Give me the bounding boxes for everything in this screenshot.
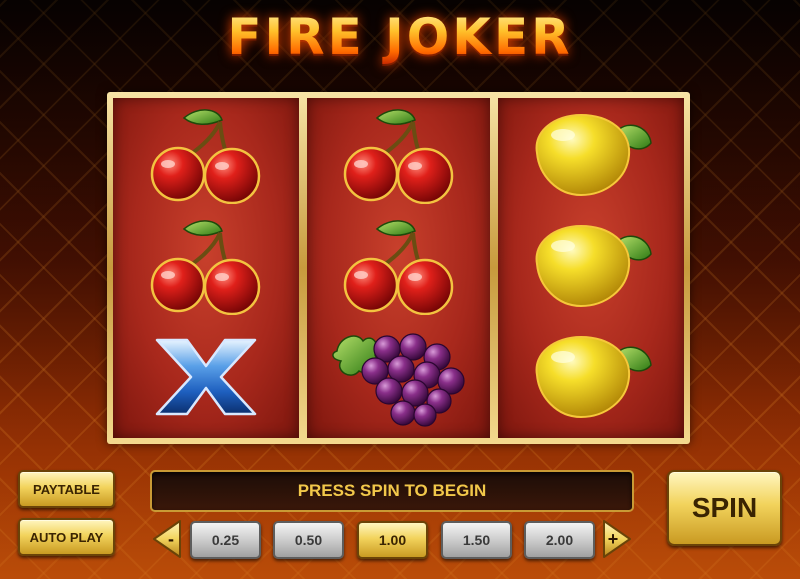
- lemon-icon: [498, 100, 684, 210]
- spin-button[interactable]: SPIN: [667, 470, 782, 546]
- plus-label: +: [607, 528, 619, 549]
- bet-decrease-button[interactable]: -: [150, 519, 182, 559]
- cherry-icon: [307, 100, 490, 210]
- bet-option[interactable]: 0.50: [273, 521, 344, 559]
- reel-3: [498, 98, 684, 438]
- status-message: PRESS SPIN TO BEGIN: [150, 470, 634, 512]
- game-title: FIRE JOKER: [0, 8, 800, 66]
- lemon-icon: [498, 322, 684, 432]
- cherry-icon: [307, 211, 490, 321]
- left-arrow-icon: [153, 520, 181, 558]
- minus-label: -: [168, 528, 174, 549]
- reel-frame: [107, 92, 690, 444]
- bet-option-selected[interactable]: 1.00: [357, 521, 428, 559]
- reel-2: [307, 98, 490, 438]
- cherry-icon: [113, 100, 299, 210]
- lemon-icon: [498, 211, 684, 321]
- cherry-icon: [113, 211, 299, 321]
- x-icon: [113, 322, 299, 432]
- grapes-icon: [307, 322, 490, 432]
- auto-play-button[interactable]: AUTO PLAY: [18, 518, 115, 556]
- reel-1: [113, 98, 299, 438]
- bet-increase-button[interactable]: +: [602, 519, 634, 559]
- bet-option[interactable]: 1.50: [441, 521, 512, 559]
- bet-option[interactable]: 0.25: [190, 521, 261, 559]
- bet-option[interactable]: 2.00: [524, 521, 595, 559]
- paytable-button[interactable]: PAYTABLE: [18, 470, 115, 508]
